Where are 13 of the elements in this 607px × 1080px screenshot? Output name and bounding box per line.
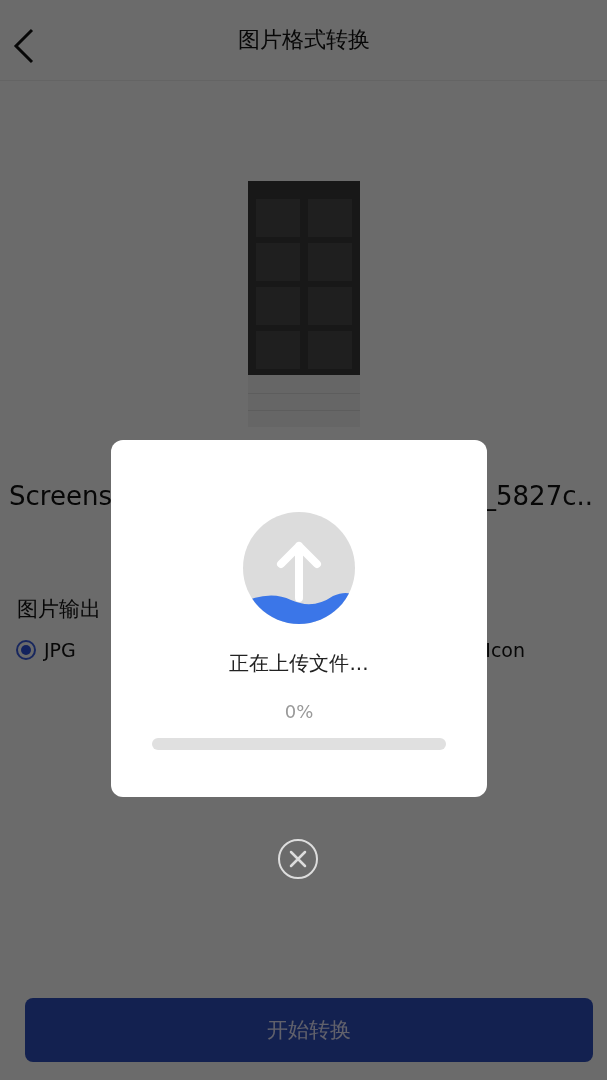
start-button[interactable]: 开始转换 [25,998,593,1062]
progress-percent: 0% [284,701,314,722]
file-name: Screens [9,481,112,511]
page-title: 图片格式转换 [237,26,370,54]
upload-icon [243,512,355,624]
radio-button[interactable] [16,640,36,660]
option-label: Icon [485,639,525,661]
back-icon[interactable] [12,28,36,64]
section-label: 图片输出 [17,596,102,623]
file-name: _5827c.. [483,481,593,511]
upload-message: 正在上传文件... [229,650,369,677]
option-label: JPG [44,639,76,661]
close-icon[interactable] [277,838,319,880]
